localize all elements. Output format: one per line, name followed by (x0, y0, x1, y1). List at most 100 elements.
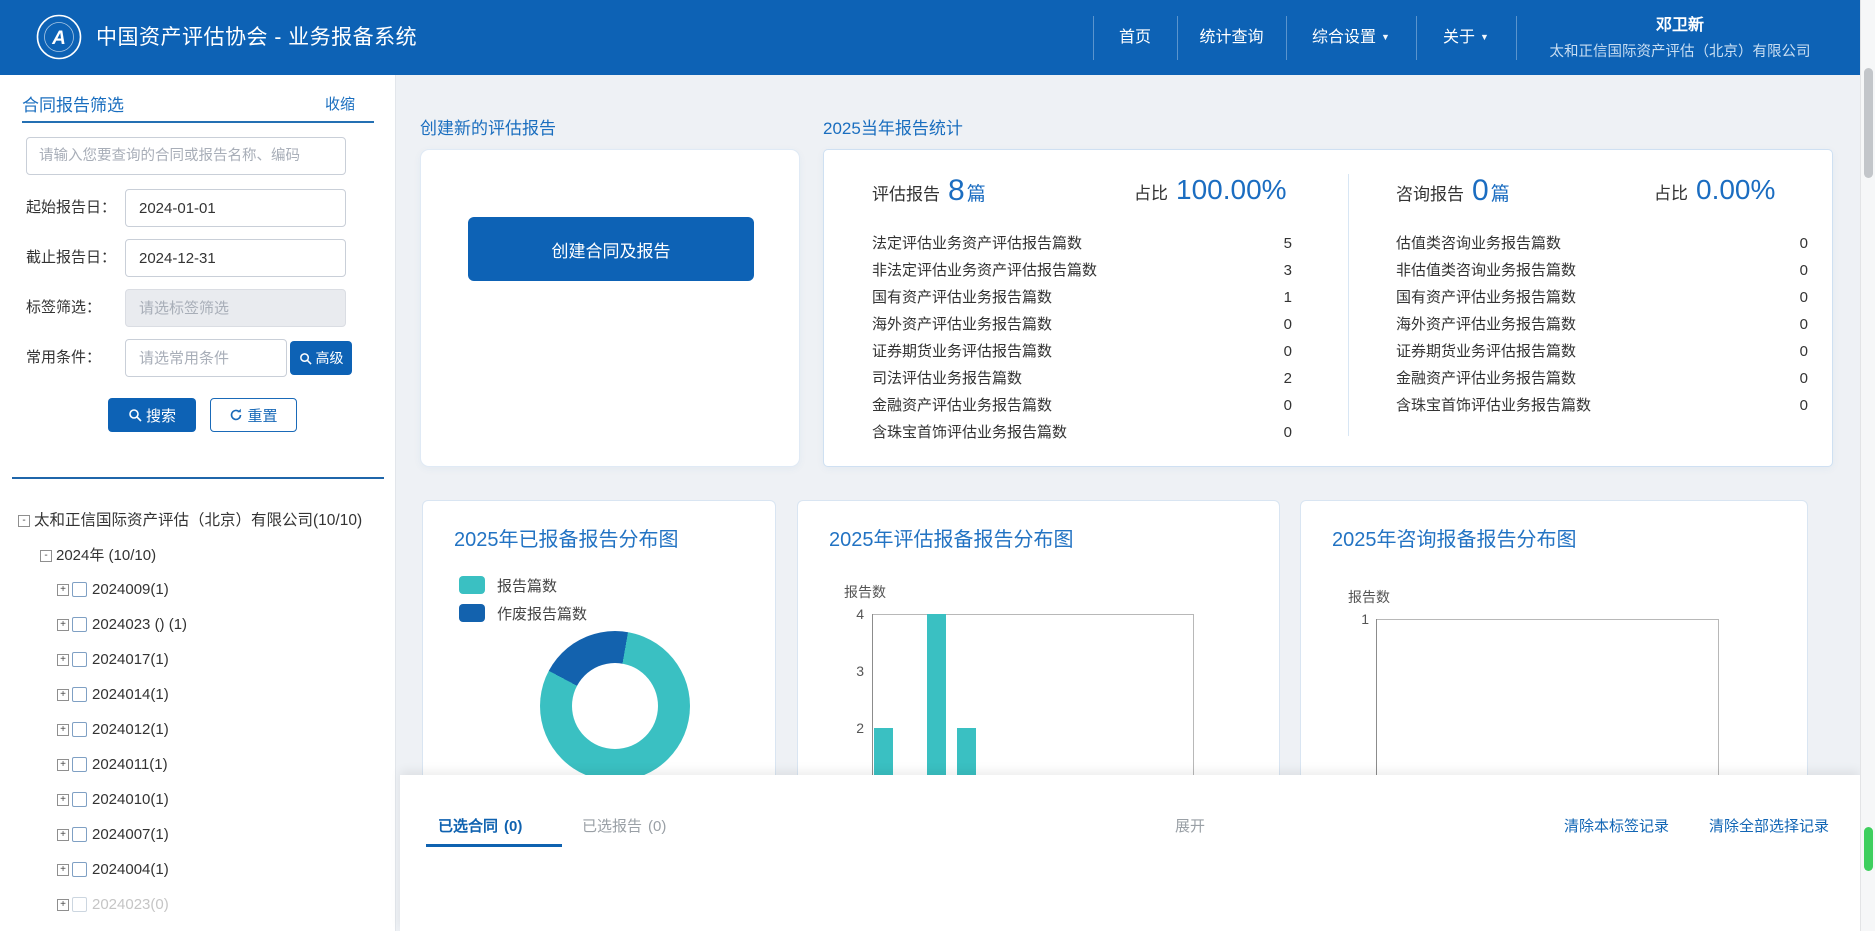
stat-row: 金融资产评估业务报告篇数0 (872, 392, 1292, 419)
expand-node-icon[interactable] (57, 794, 69, 806)
nav-item-stats-query[interactable]: 统计查询 (1177, 0, 1286, 75)
expand-toggle[interactable]: 展开 (1145, 815, 1235, 836)
expand-node-icon[interactable] (57, 829, 69, 841)
stat-label: 金融资产评估业务报告篇数 (1396, 365, 1576, 392)
tree-node-contract[interactable]: 2024009(1) (0, 577, 396, 603)
collapse-link[interactable]: 收缩 (325, 93, 355, 114)
expand-node-icon[interactable] (57, 689, 69, 701)
chart-title: 2025年评估报备报告分布图 (829, 523, 1074, 552)
tree-node-contract[interactable]: 2024004(1) (0, 857, 396, 883)
tree-node-label: 2024007(1) (92, 822, 169, 848)
stat-row: 金融资产评估业务报告篇数0 (1396, 365, 1808, 392)
nav-item-about[interactable]: 关于 (1416, 0, 1516, 75)
tree-node-contract[interactable]: 2024023 () (1) (0, 612, 396, 638)
tree-node-label: 太和正信国际资产评估（北京）有限公司(10/10) (34, 508, 362, 534)
keyword-search-input[interactable] (26, 137, 346, 175)
tree-node-contract-disabled[interactable]: 2024023(0) (0, 892, 396, 918)
tree-node-company[interactable]: 太和正信国际资产评估（北京）有限公司(10/10) (0, 508, 396, 534)
contract-checkbox[interactable] (72, 792, 87, 807)
stat-value: 0 (1284, 392, 1292, 419)
stat-value: 3 (1284, 257, 1292, 284)
tree-node-label: 2024012(1) (92, 717, 169, 743)
tree-node-contract[interactable]: 2024014(1) (0, 682, 396, 708)
contract-checkbox[interactable] (72, 617, 87, 632)
create-report-panel: 创建合同及报告 (420, 149, 800, 467)
advanced-button-label: 高级 (316, 348, 344, 368)
expand-node-icon[interactable] (57, 864, 69, 876)
chevron-down-icon (1480, 0, 1489, 75)
tree-node-label: 2024年 (10/10) (56, 543, 156, 569)
stats-section-title: 2025当年报告统计 (823, 114, 963, 139)
legend-label: 报告篇数 (497, 575, 557, 596)
create-contract-report-button[interactable]: 创建合同及报告 (468, 217, 754, 281)
stat-row: 海外资产评估业务报告篇数0 (1396, 311, 1808, 338)
legend-swatch-reports (459, 576, 485, 594)
expand-node-icon[interactable] (57, 654, 69, 666)
contract-checkbox[interactable] (72, 757, 87, 772)
start-date-input[interactable] (125, 189, 346, 227)
legend-item: 报告篇数 (459, 571, 587, 599)
end-date-input[interactable] (125, 239, 346, 277)
contract-checkbox[interactable] (72, 582, 87, 597)
expand-node-icon[interactable] (57, 759, 69, 771)
stat-row: 国有资产评估业务报告篇数1 (872, 284, 1292, 311)
common-condition-input[interactable] (125, 339, 287, 377)
tree-node-contract[interactable]: 2024011(1) (0, 752, 396, 778)
tree-node-contract[interactable]: 2024007(1) (0, 822, 396, 848)
legend-label: 作废报告篇数 (497, 603, 587, 624)
contract-checkbox[interactable] (72, 862, 87, 877)
tree-node-label: 2024023(0) (92, 892, 169, 918)
tree-node-contract[interactable]: 2024010(1) (0, 787, 396, 813)
expand-node-icon[interactable] (57, 584, 69, 596)
magnifier-icon (299, 352, 312, 365)
stat-label: 国有资产评估业务报告篇数 (872, 284, 1052, 311)
clear-all-selection-link[interactable]: 清除全部选择记录 (1709, 815, 1829, 836)
stat-row: 法定评估业务资产评估报告篇数5 (872, 230, 1292, 257)
contract-checkbox[interactable] (72, 827, 87, 842)
contract-checkbox[interactable] (72, 722, 87, 737)
tree-node-label: 2024010(1) (92, 787, 169, 813)
tree-node-label: 2024014(1) (92, 682, 169, 708)
tree-node-contract[interactable]: 2024017(1) (0, 647, 396, 673)
end-date-label: 截止报告日： (26, 239, 116, 277)
contract-checkbox[interactable] (72, 897, 87, 912)
user-info[interactable]: 邓卫新 太和正信国际资产评估（北京）有限公司 (1526, 0, 1834, 75)
collapse-node-icon[interactable] (40, 550, 52, 562)
stat-row: 非法定评估业务资产评估报告篇数3 (872, 257, 1292, 284)
tree-node-contract[interactable]: 2024012(1) (0, 717, 396, 743)
nav-item-home[interactable]: 首页 (1093, 0, 1177, 75)
reset-button[interactable]: 重置 (210, 398, 297, 432)
tree-node-label: 2024004(1) (92, 857, 169, 883)
tag-filter-input[interactable] (125, 289, 346, 327)
stat-value: 0 (1284, 338, 1292, 365)
active-tab-underline (426, 844, 562, 847)
contract-checkbox[interactable] (72, 652, 87, 667)
stat-label: 证券期货业务评估报告篇数 (1396, 338, 1576, 365)
advanced-search-button[interactable]: 高级 (290, 341, 352, 375)
scrollbar-marker (1864, 827, 1873, 871)
contract-checkbox[interactable] (72, 687, 87, 702)
tree-node-label: 2024017(1) (92, 647, 169, 673)
expand-node-icon[interactable] (57, 724, 69, 736)
ratio-label: 占比 (1134, 179, 1168, 204)
tab-selected-contracts[interactable]: 已选合同(0) (438, 815, 522, 836)
nav-item-settings[interactable]: 综合设置 (1286, 0, 1416, 75)
tab-selected-reports[interactable]: 已选报告(0) (582, 815, 666, 836)
start-date-label: 起始报告日： (26, 189, 116, 227)
expand-node-icon[interactable] (57, 619, 69, 631)
stat-label: 证券期货业务评估报告篇数 (872, 338, 1052, 365)
magnifier-icon (128, 408, 142, 422)
scrollbar-thumb[interactable] (1864, 68, 1873, 178)
summary-label: 咨询报告 (1396, 180, 1464, 205)
filter-panel-title: 合同报告筛选 (22, 91, 124, 116)
tree-node-year[interactable]: 2024年 (10/10) (0, 543, 396, 569)
collapse-node-icon[interactable] (18, 515, 30, 527)
search-button[interactable]: 搜索 (108, 398, 196, 432)
stat-label: 海外资产评估业务报告篇数 (1396, 311, 1576, 338)
consulting-report-summary: 咨询报告 0 篇 (1396, 174, 1510, 208)
cas-logo-icon: A (36, 14, 82, 60)
stat-value: 0 (1800, 338, 1808, 365)
expand-node-icon[interactable] (57, 899, 69, 911)
page-scrollbar[interactable] (1860, 0, 1875, 931)
clear-current-tab-link[interactable]: 清除本标签记录 (1564, 815, 1669, 836)
